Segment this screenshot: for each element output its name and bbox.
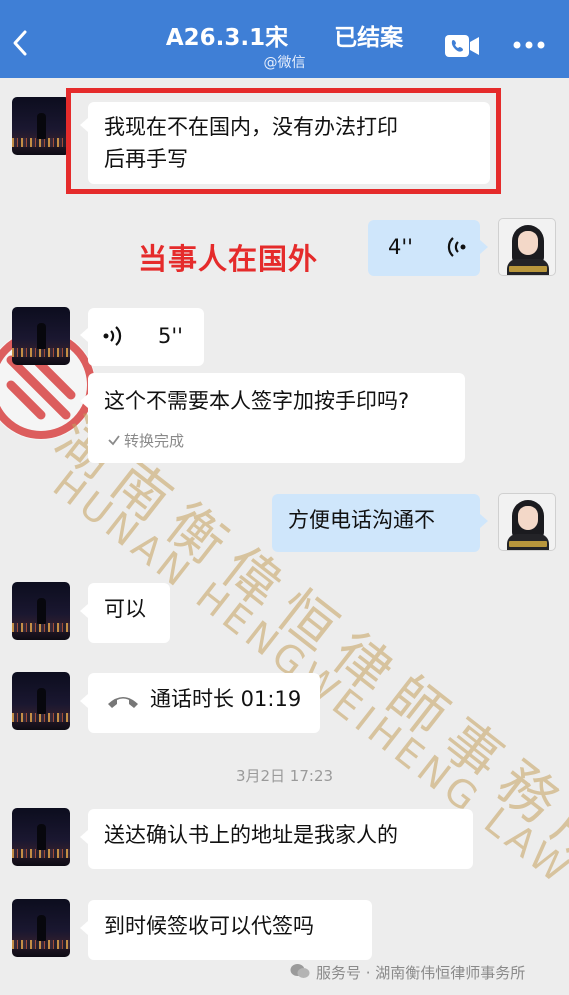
voice-wave-icon [103, 326, 122, 346]
message-text: 可以 [104, 597, 146, 621]
peer-avatar[interactable] [12, 582, 70, 640]
message-text: 方便电话沟通不 [288, 508, 435, 532]
my-avatar[interactable] [498, 218, 556, 276]
call-duration-text: 通话时长 01:19 [150, 687, 302, 711]
chat-subtitle: @微信 [263, 55, 306, 71]
peer-avatar[interactable] [12, 672, 70, 730]
back-button[interactable] [10, 28, 32, 58]
my-avatar[interactable] [498, 493, 556, 551]
voice-duration: 5'' [158, 324, 183, 348]
chevron-left-icon [13, 30, 27, 56]
bubble-tail [80, 394, 88, 408]
more-button[interactable] [512, 33, 546, 57]
bubble-tail [80, 921, 88, 935]
bubble-tail [80, 830, 88, 844]
bubble-tail [80, 604, 88, 618]
message-bubble[interactable]: 到时候签收可以代签吗 [88, 900, 372, 960]
peer-avatar[interactable] [12, 307, 70, 365]
chat-title: A26.3.1宋 已结案 [165, 25, 404, 51]
chat-header: A26.3.1宋 已结案 @微信 [0, 0, 569, 78]
message-bubble[interactable]: 方便电话沟通不 [272, 494, 480, 552]
message-text: 送达确认书上的地址是我家人的 [104, 823, 398, 847]
wechat-icon [290, 964, 310, 978]
message-bubble[interactable]: 送达确认书上的地址是我家人的 [88, 809, 473, 869]
phone-handset-icon [108, 697, 138, 708]
transcription-status: 转换完成 [124, 432, 185, 450]
bubble-tail [480, 240, 488, 254]
message-bubble[interactable]: 可以 [88, 583, 170, 643]
peer-avatar[interactable] [12, 97, 70, 155]
highlight-box [66, 88, 501, 194]
footer-source: 服务号 · 湖南衡伟恒律师事务所 [316, 964, 526, 982]
bubble-tail [480, 514, 488, 528]
video-call-icon [445, 35, 479, 57]
message-text: 这个不需要本人签字加按手印吗? [104, 389, 410, 413]
message-text: 到时候签收可以代签吗 [104, 914, 314, 938]
peer-avatar[interactable] [12, 899, 70, 957]
check-icon [108, 435, 120, 446]
more-dots-icon [513, 41, 545, 49]
call-button[interactable] [444, 33, 480, 59]
voice-duration: 4'' [388, 235, 413, 259]
chat-timestamp: 3月2日 17:23 [235, 767, 334, 785]
bubble-tail [80, 694, 88, 708]
bubble-tail [80, 328, 88, 342]
annotation-label: 当事人在国外 [138, 242, 319, 276]
voice-wave-icon [447, 237, 466, 257]
peer-avatar[interactable] [12, 808, 70, 866]
